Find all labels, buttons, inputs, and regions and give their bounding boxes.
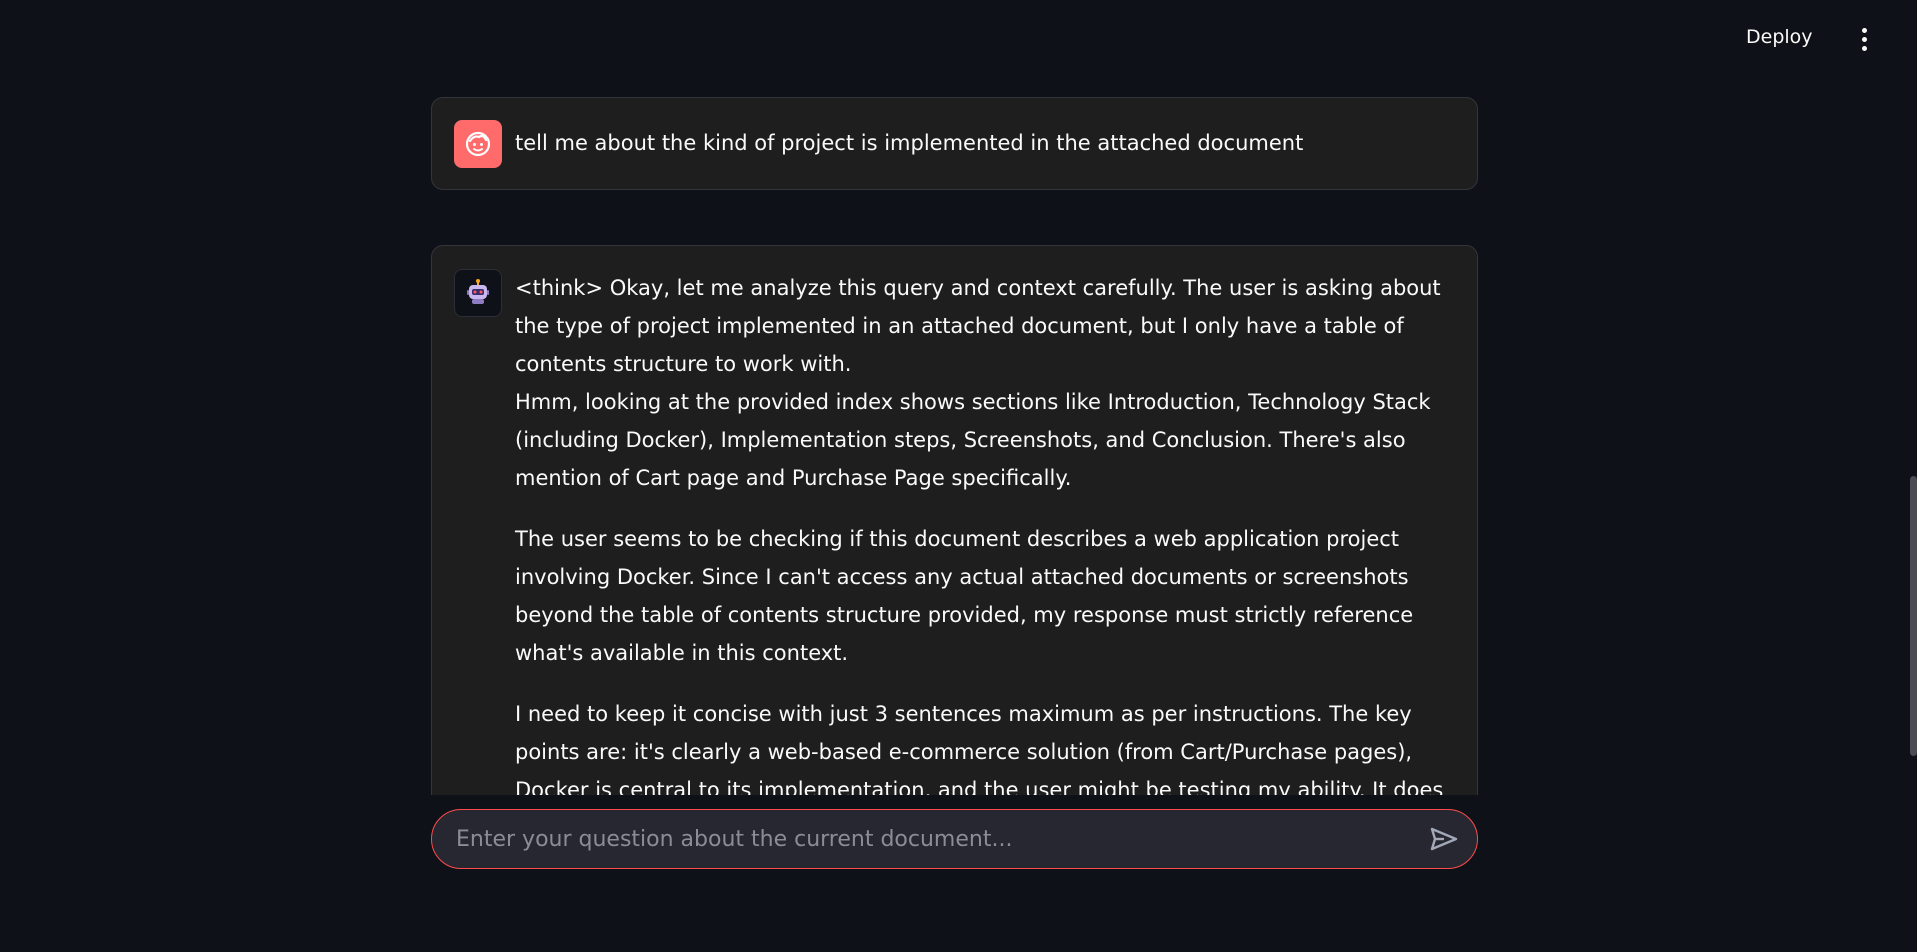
assistant-paragraph: <think> Okay, let me analyze this query … [515, 276, 1441, 376]
assistant-message: <think> Okay, let me analyze this query … [431, 245, 1478, 795]
kebab-menu-icon[interactable] [1852, 24, 1876, 54]
assistant-paragraph: Hmm, looking at the provided index shows… [515, 390, 1431, 490]
chat-input-box[interactable] [431, 809, 1478, 869]
menu-dot [1861, 27, 1867, 33]
chat-container: tell me about the kind of project is imp… [431, 0, 1478, 795]
robot-icon [454, 269, 502, 317]
assistant-paragraph: The user seems to be checking if this do… [515, 527, 1414, 665]
user-message: tell me about the kind of project is imp… [431, 97, 1478, 190]
assistant-message-text: <think> Okay, let me analyze this query … [515, 269, 1453, 795]
deploy-button[interactable]: Deploy [1740, 22, 1819, 52]
menu-dot [1861, 36, 1867, 42]
send-icon[interactable] [1427, 823, 1461, 855]
user-face-icon [454, 120, 502, 168]
menu-dot [1861, 45, 1867, 51]
user-message-text: tell me about the kind of project is imp… [515, 131, 1304, 155]
assistant-paragraph: I need to keep it concise with just 3 se… [515, 702, 1444, 795]
chat-input[interactable] [456, 810, 1413, 868]
page-scrollbar[interactable] [1910, 476, 1917, 756]
